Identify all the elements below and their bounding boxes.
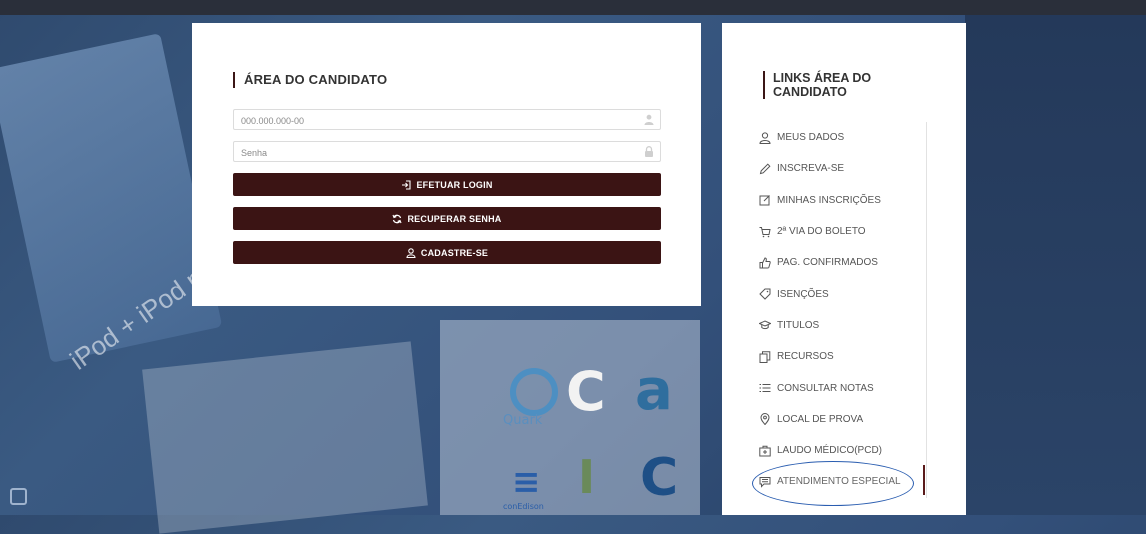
recover-password-button[interactable]: RECUPERAR SENHA	[233, 207, 661, 230]
highlight-ellipse-annotation	[752, 461, 914, 506]
login-panel: ÁREA DO CANDIDATO EFETUAR LOGIN RECUPERA…	[192, 23, 701, 306]
list-icon	[759, 384, 771, 393]
user-icon	[644, 114, 654, 125]
links-panel-title: LINKS ÁREA DO CANDIDATO	[763, 71, 893, 99]
link-label: LOCAL DE PROVA	[777, 413, 864, 425]
login-button[interactable]: EFETUAR LOGIN	[233, 173, 661, 196]
background-notebook	[142, 341, 428, 534]
link-isencoes[interactable]: ISENÇÕES	[759, 278, 926, 309]
documents-icon	[759, 351, 771, 363]
link-pag-confirmados[interactable]: PAG. CONFIRMADOS	[759, 247, 926, 278]
pencil-icon	[759, 163, 771, 175]
register-button[interactable]: CADASTRE-SE	[233, 241, 661, 264]
link-recursos[interactable]: RECURSOS	[759, 341, 926, 372]
link-label: 2ª VIA DO BOLETO	[777, 226, 866, 238]
refresh-icon	[392, 214, 402, 223]
link-consultar-notas[interactable]: CONSULTAR NOTAS	[759, 372, 926, 403]
link-label: PAG. CONFIRMADOS	[777, 257, 878, 269]
link-label: ISENÇÕES	[777, 288, 829, 300]
user-icon	[406, 247, 416, 258]
links-panel: LINKS ÁREA DO CANDIDATO MEUS DADOS INSCR…	[722, 23, 966, 515]
link-label: RECURSOS	[777, 351, 834, 363]
background-logo-k: I	[578, 450, 596, 504]
password-input[interactable]	[239, 142, 633, 163]
link-minhas-inscricoes[interactable]: MINHAS INSCRIÇÕES	[759, 185, 926, 216]
links-list: MEUS DADOS INSCREVA-SE MINHAS INSCRIÇÕES…	[759, 122, 927, 498]
cart-icon	[759, 226, 771, 237]
background-logo-conedison-mark: ≡	[512, 462, 541, 502]
background-logo-quark: Quark	[503, 413, 543, 428]
link-label: MEUS DADOS	[777, 132, 845, 144]
medical-kit-icon	[759, 445, 771, 457]
user-icon	[759, 132, 771, 144]
link-local-de-prova[interactable]: LOCAL DE PROVA	[759, 404, 926, 435]
link-label: TITULOS	[777, 319, 820, 331]
map-pin-icon	[760, 413, 770, 426]
register-label: CADASTRE-SE	[420, 247, 489, 258]
active-link-indicator	[923, 465, 925, 495]
background-logo-quark-mark	[510, 368, 558, 416]
background-right-side	[965, 15, 1146, 515]
link-label: MINHAS INSCRIÇÕES	[777, 194, 881, 206]
cpf-input[interactable]	[239, 110, 633, 131]
password-field-wrapper	[233, 141, 661, 163]
background-ipad-image	[0, 33, 223, 363]
login-panel-title: ÁREA DO CANDIDATO	[233, 72, 387, 88]
background-logo-conedison: conEdison	[503, 502, 544, 511]
edit-icon	[759, 195, 770, 206]
thumbs-up-icon	[759, 257, 771, 269]
link-inscreva-se[interactable]: INSCREVA-SE	[759, 153, 926, 184]
instagram-icon[interactable]	[10, 488, 27, 505]
graduation-cap-icon	[759, 320, 771, 330]
background-logo-c: C	[566, 360, 606, 423]
link-label: LAUDO MÉDICO(PCD)	[777, 445, 883, 457]
recover-password-label: RECUPERAR SENHA	[407, 213, 502, 224]
link-meus-dados[interactable]: MEUS DADOS	[759, 122, 926, 153]
sign-in-icon	[402, 179, 411, 190]
background-logo-a: a	[635, 358, 673, 423]
link-label: CONSULTAR NOTAS	[777, 382, 874, 394]
login-button-label: EFETUAR LOGIN	[416, 179, 493, 190]
browser-top-strip	[0, 0, 1146, 15]
tag-icon	[759, 288, 771, 300]
link-segunda-via-boleto[interactable]: 2ª VIA DO BOLETO	[759, 216, 926, 247]
background-logo-c2: C	[640, 448, 679, 508]
link-titulos[interactable]: TITULOS	[759, 310, 926, 341]
link-label: INSCREVA-SE	[777, 163, 845, 175]
lock-icon	[645, 146, 653, 157]
cpf-field-wrapper	[233, 109, 661, 131]
